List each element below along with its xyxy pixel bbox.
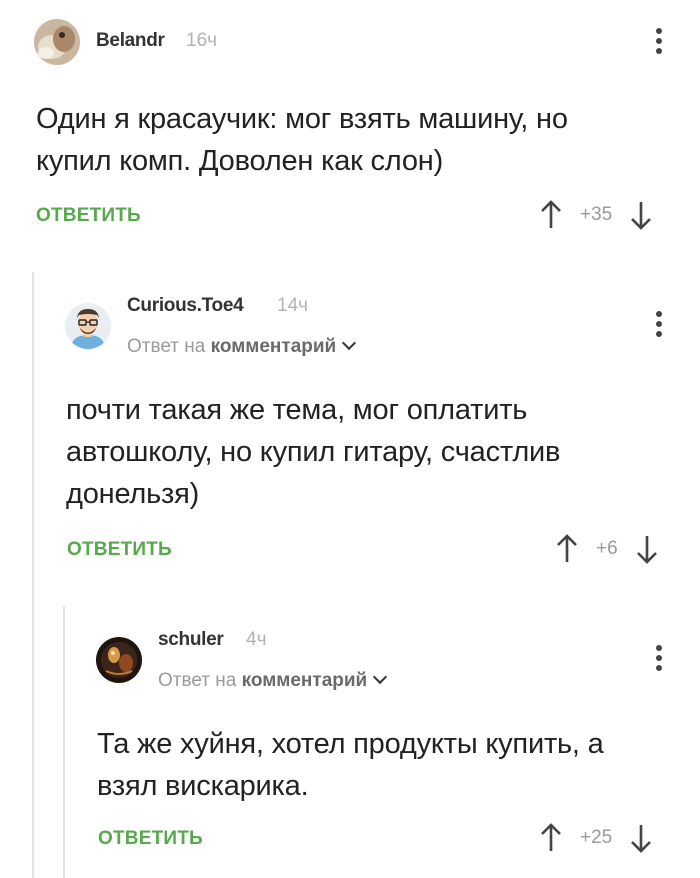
comment-author[interactable]: Curious.Toe4	[127, 295, 244, 317]
arrow-down-icon[interactable]	[630, 200, 652, 230]
thread-line-level-2	[63, 606, 65, 878]
arrow-up-icon[interactable]	[540, 823, 562, 853]
arrow-up-icon[interactable]	[556, 534, 578, 564]
reply-to-link[interactable]: Ответ на комментарий	[127, 335, 357, 358]
arrow-down-icon[interactable]	[636, 534, 658, 564]
chevron-down-icon[interactable]	[342, 335, 357, 351]
vote-score: +35	[580, 204, 613, 225]
reply-to-target[interactable]: комментарий	[211, 336, 337, 357]
reply-to-link[interactable]: Ответ на комментарий	[158, 669, 388, 692]
reply-to-prefix: Ответ на	[127, 336, 206, 357]
more-vertical-icon[interactable]	[655, 311, 663, 341]
comment-text: Один я красаучик: мог взять машину, но к…	[36, 103, 568, 177]
arrow-up-icon[interactable]	[540, 200, 562, 230]
avatar[interactable]	[34, 19, 80, 65]
comment-time: 14ч	[277, 295, 309, 316]
chevron-down-icon[interactable]	[373, 669, 388, 685]
vote-controls: +25	[540, 823, 652, 853]
reply-to-prefix: Ответ на	[158, 670, 237, 691]
avatar[interactable]	[65, 303, 111, 349]
more-vertical-icon[interactable]	[655, 28, 663, 58]
comment-author[interactable]: Belandr	[96, 30, 165, 52]
comment-time: 16ч	[186, 30, 218, 51]
vote-controls: +6	[556, 534, 658, 564]
vote-controls: +35	[540, 200, 652, 230]
comment-text: почти такая же тема, мог оплатить автошк…	[66, 394, 561, 510]
comment-text: Та же хуйня, хотел продукты купить, а вз…	[97, 728, 604, 802]
comment-author[interactable]: schuler	[158, 629, 224, 651]
thread-line-level-1	[32, 272, 34, 878]
avatar[interactable]	[96, 637, 142, 683]
reply-button[interactable]: ОТВЕТИТЬ	[67, 539, 172, 561]
reply-button[interactable]: ОТВЕТИТЬ	[36, 205, 141, 227]
reply-to-target[interactable]: комментарий	[242, 670, 368, 691]
more-vertical-icon[interactable]	[655, 645, 663, 675]
reply-button[interactable]: ОТВЕТИТЬ	[98, 828, 203, 850]
vote-score: +25	[580, 827, 613, 848]
arrow-down-icon[interactable]	[630, 823, 652, 853]
comment-time: 4ч	[246, 629, 267, 650]
vote-score: +6	[596, 538, 618, 559]
